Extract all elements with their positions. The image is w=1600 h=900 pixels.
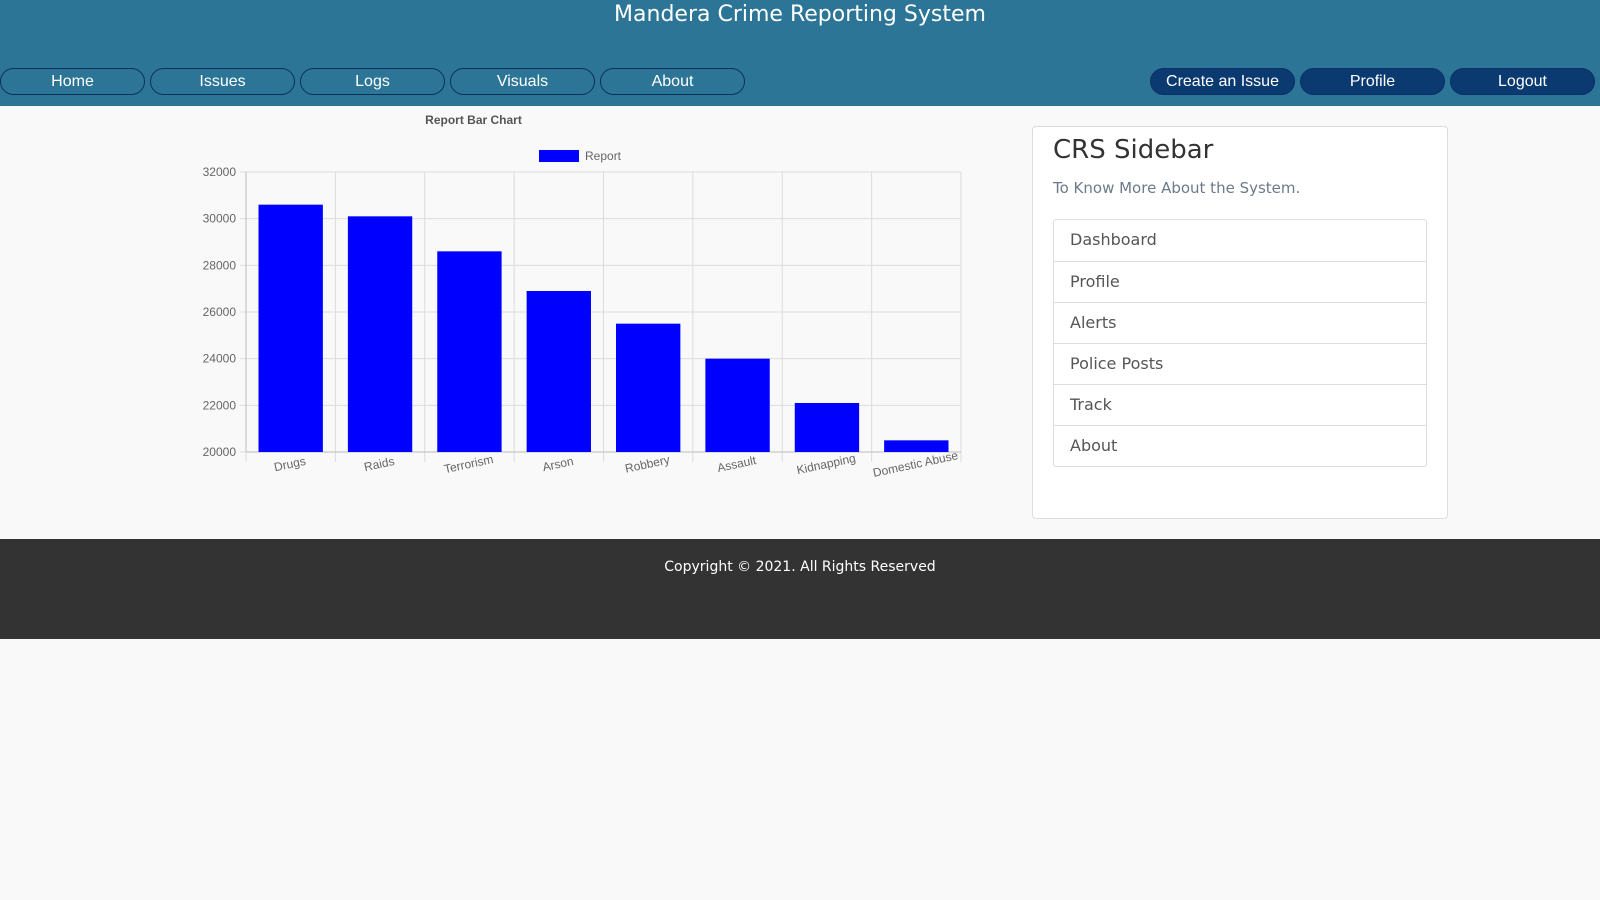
x-tick-label: Arson (541, 454, 575, 474)
sidebar-item-track[interactable]: Track (1054, 384, 1426, 425)
y-tick-label: 20000 (203, 445, 237, 459)
top-navbar: Mandera Crime Reporting System Home Issu… (0, 0, 1600, 106)
bar-terrorism (437, 251, 502, 452)
sidebar-item-about[interactable]: About (1054, 425, 1426, 466)
sidebar-item-dashboard[interactable]: Dashboard (1054, 220, 1426, 261)
y-tick-label: 26000 (203, 305, 237, 319)
bar-kidnapping (794, 403, 860, 452)
sidebar-item-police-posts[interactable]: Police Posts (1054, 343, 1426, 384)
legend-swatch (539, 150, 579, 162)
nav-home-button[interactable]: Home (0, 68, 145, 95)
y-tick-label: 24000 (203, 352, 237, 366)
bar-robbery (616, 323, 681, 452)
nav-issues-button[interactable]: Issues (150, 68, 295, 95)
x-tick-label: Domestic Abuse (872, 448, 960, 480)
sidebar-subtitle: To Know More About the System. (1053, 179, 1301, 197)
x-tick-label: Terrorism (443, 452, 495, 476)
x-tick-label: Robbery (624, 453, 671, 476)
sidebar-item-alerts[interactable]: Alerts (1054, 302, 1426, 343)
app-title: Mandera Crime Reporting System (614, 2, 986, 27)
x-tick-label: Drugs (273, 454, 307, 474)
legend-label: Report (585, 149, 622, 163)
nav-visuals-button[interactable]: Visuals (450, 68, 595, 95)
sidebar-title: CRS Sidebar (1053, 135, 1214, 165)
y-tick-label: 22000 (203, 398, 237, 412)
y-tick-label: 30000 (203, 212, 237, 226)
bar-raids (347, 216, 413, 452)
copyright-text: Copyright © 2021. All Rights Reserved (664, 559, 936, 575)
sidebar-list: Dashboard Profile Alerts Police Posts Tr… (1053, 219, 1427, 467)
x-tick-label: Kidnapping (795, 451, 857, 477)
chart-title: Report Bar Chart (425, 113, 522, 127)
logout-button[interactable]: Logout (1450, 68, 1595, 95)
footer: Copyright © 2021. All Rights Reserved (0, 539, 1600, 639)
chart-container: Report Bar Chart Report 32000 30000 28000 260… (0, 106, 1000, 539)
y-tick-label: 32000 (203, 165, 237, 179)
nav-about-button[interactable]: About (600, 68, 745, 95)
y-tick-label: 28000 (203, 258, 237, 272)
nav-profile-button[interactable]: Profile (1300, 68, 1445, 95)
x-tick-label: Raids (363, 454, 396, 474)
bar-drugs (258, 204, 323, 452)
report-bar-chart: Report Bar Chart Report 32000 30000 28000 260… (203, 113, 962, 480)
bar-assault (705, 358, 770, 452)
main-content: Report Bar Chart Report 32000 30000 28000 260… (0, 106, 1600, 539)
bar-arson (526, 291, 591, 452)
crs-sidebar: CRS Sidebar To Know More About the Syste… (1032, 126, 1448, 519)
bar-domestic-abuse (884, 440, 949, 452)
create-issue-button[interactable]: Create an Issue (1150, 68, 1295, 95)
x-tick-label: Assault (716, 453, 758, 475)
sidebar-item-profile[interactable]: Profile (1054, 261, 1426, 302)
nav-logs-button[interactable]: Logs (300, 68, 445, 95)
